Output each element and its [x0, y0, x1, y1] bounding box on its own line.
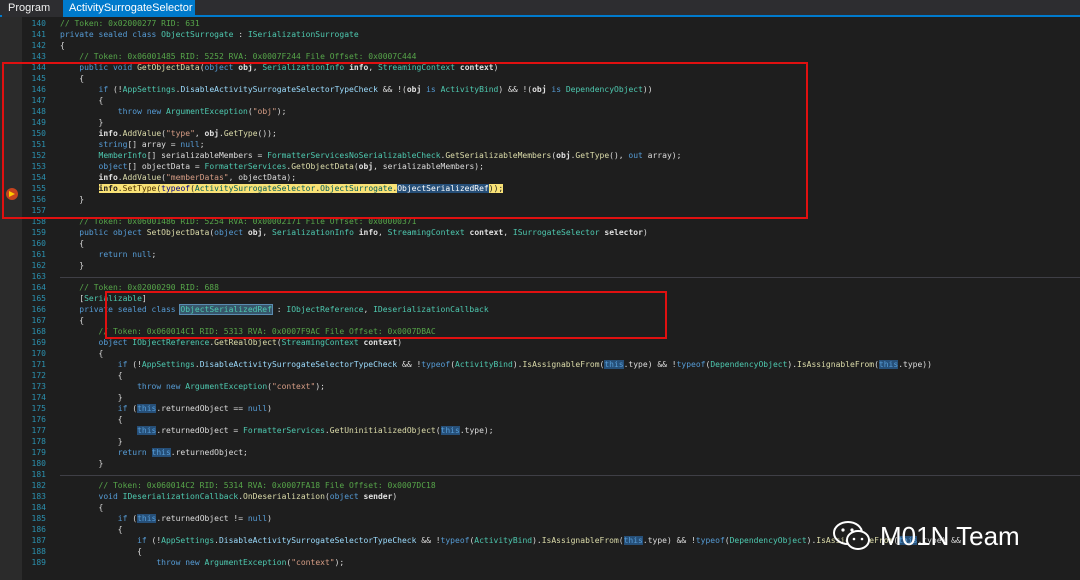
line-number: 184	[31, 503, 46, 512]
code-text: {	[60, 503, 104, 512]
line-number: 162	[31, 261, 46, 270]
line-number: 189	[31, 558, 46, 567]
code-text: {	[60, 349, 104, 358]
line-number: 176	[31, 415, 46, 424]
highlight-box-getobjectdata	[2, 62, 808, 219]
code-line[interactable]: 171 if (!AppSettings.DisableActivitySurr…	[0, 359, 1080, 370]
code-line[interactable]: 159 public object SetObjectData(object o…	[0, 227, 1080, 238]
code-text: if (!AppSettings.DisableActivitySurrogat…	[117, 360, 932, 369]
code-line[interactable]: 172 {	[0, 370, 1080, 381]
code-line[interactable]: 179 return this.returnedObject;	[0, 447, 1080, 458]
line-number: 140	[31, 19, 46, 28]
line-number: 165	[31, 294, 46, 303]
line-number: 186	[31, 525, 46, 534]
tab-program[interactable]: Program	[2, 0, 64, 17]
code-text: return this.returnedObject;	[117, 448, 248, 457]
line-number: 175	[31, 404, 46, 413]
breakpoint-current-line-icon[interactable]	[6, 188, 18, 200]
code-line[interactable]: 176 {	[0, 414, 1080, 425]
code-text: {	[60, 525, 123, 534]
code-text: }	[60, 393, 123, 402]
watermark: M01N Team	[832, 516, 1020, 556]
code-text: return null;	[98, 250, 157, 259]
line-number: 177	[31, 426, 46, 435]
code-text: {	[60, 41, 65, 50]
code-text: {	[60, 547, 142, 556]
line-number: 170	[31, 349, 46, 358]
code-line[interactable]: 160 {	[0, 238, 1080, 249]
highlight-box-objectserializedref	[105, 291, 667, 339]
code-text: {	[60, 415, 123, 424]
code-text: this.returnedObject = FormatterServices.…	[137, 426, 494, 435]
line-number: 179	[31, 448, 46, 457]
line-number: 171	[31, 360, 46, 369]
code-text: throw new ArgumentException("context");	[156, 558, 345, 567]
code-line[interactable]: 177 this.returnedObject = FormatterServi…	[0, 425, 1080, 436]
line-number: 143	[31, 52, 46, 61]
wechat-icon	[832, 520, 872, 552]
line-number: 178	[31, 437, 46, 446]
line-number: 172	[31, 371, 46, 380]
method-separator	[60, 475, 1080, 476]
line-number: 187	[31, 536, 46, 545]
line-number: 182	[31, 481, 46, 490]
code-line[interactable]: 184 {	[0, 502, 1080, 513]
code-line[interactable]: 174 }	[0, 392, 1080, 403]
line-number: 167	[31, 316, 46, 325]
line-number: 173	[31, 382, 46, 391]
code-line[interactable]: 183 void IDeserializationCallback.OnDese…	[0, 491, 1080, 502]
code-text: if (this.returnedObject != null)	[117, 514, 272, 523]
line-number: 185	[31, 514, 46, 523]
code-text: // Token: 0x06001485 RID: 5252 RVA: 0x00…	[79, 52, 417, 61]
code-line[interactable]: 143 // Token: 0x06001485 RID: 5252 RVA: …	[0, 51, 1080, 62]
code-line[interactable]: 189 throw new ArgumentException("context…	[0, 557, 1080, 568]
line-number: 174	[31, 393, 46, 402]
code-line[interactable]: 140 // Token: 0x02000277 RID: 631	[0, 18, 1080, 29]
line-number: 159	[31, 228, 46, 237]
code-line[interactable]: 141 private sealed class ObjectSurrogate …	[0, 29, 1080, 40]
line-number: 180	[31, 459, 46, 468]
code-line[interactable]: 175 if (this.returnedObject == null)	[0, 403, 1080, 414]
method-separator	[60, 277, 1080, 278]
code-text: }	[60, 437, 123, 446]
code-line[interactable]: 180 }	[0, 458, 1080, 469]
code-line[interactable]: 161 return null;	[0, 249, 1080, 260]
code-text: // Token: 0x060014C2 RID: 5314 RVA: 0x00…	[98, 481, 436, 490]
code-line[interactable]: 182 // Token: 0x060014C2 RID: 5314 RVA: …	[0, 480, 1080, 491]
line-number: 188	[31, 547, 46, 556]
line-number: 169	[31, 338, 46, 347]
code-text: if (this.returnedObject == null)	[117, 404, 272, 413]
code-line[interactable]: 173 throw new ArgumentException("context…	[0, 381, 1080, 392]
code-text: if (!AppSettings.DisableActivitySurrogat…	[137, 536, 961, 545]
line-number: 160	[31, 239, 46, 248]
line-number: 163	[31, 272, 46, 281]
document-tab-bar: Program ActivitySurrogateSelector	[0, 0, 1080, 17]
line-number: 142	[31, 41, 46, 50]
code-text: {	[60, 316, 85, 325]
line-number: 181	[31, 470, 46, 479]
line-number: 161	[31, 250, 46, 259]
line-number: 183	[31, 492, 46, 501]
code-line[interactable]: 170 {	[0, 348, 1080, 359]
line-number: 168	[31, 327, 46, 336]
code-line[interactable]: 142 {	[0, 40, 1080, 51]
code-text: {	[60, 371, 123, 380]
code-text: void IDeserializationCallback.OnDeserial…	[98, 492, 398, 501]
code-text: public object SetObjectData(object obj, …	[79, 228, 648, 237]
line-number: 164	[31, 283, 46, 292]
tab-activity-surrogate-selector[interactable]: ActivitySurrogateSelector	[63, 0, 195, 17]
code-text: {	[60, 239, 85, 248]
code-editor[interactable]: 140 // Token: 0x02000277 RID: 631 141 priva…	[0, 17, 1080, 580]
code-text: // Token: 0x02000277 RID: 631	[60, 19, 200, 28]
line-number: 141	[31, 30, 46, 39]
code-text: }	[60, 261, 85, 270]
watermark-text: M01N Team	[880, 520, 1020, 551]
code-text: throw new ArgumentException("context");	[137, 382, 325, 391]
code-line[interactable]: 162 }	[0, 260, 1080, 271]
code-text: private sealed class ObjectSurrogate : I…	[60, 30, 359, 39]
code-text: }	[60, 459, 104, 468]
line-number: 166	[31, 305, 46, 314]
code-line[interactable]: 178 }	[0, 436, 1080, 447]
